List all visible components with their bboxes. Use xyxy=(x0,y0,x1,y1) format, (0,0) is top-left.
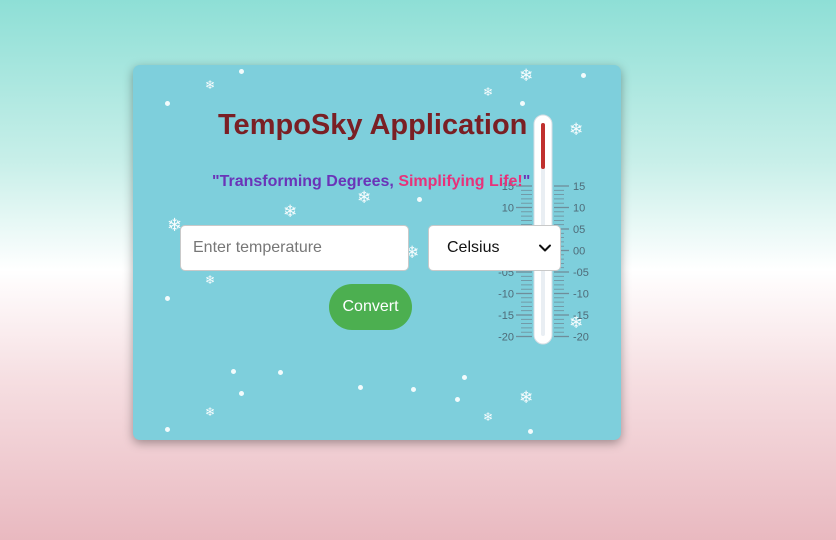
thermometer-left-label: 10 xyxy=(502,203,514,215)
tagline-part2: Simplifying Life! xyxy=(398,173,523,190)
snow-dot xyxy=(581,73,586,78)
snow-dot xyxy=(165,427,170,432)
unit-select-value: Celsius xyxy=(447,239,500,256)
snowflake-icon: ❄ xyxy=(205,78,216,92)
thermometer-right-label: -20 xyxy=(573,332,589,344)
snowflake-icon: ❄ xyxy=(519,388,534,407)
tagline-close-quote: " xyxy=(522,173,531,190)
snowflake-icon: ❄ xyxy=(283,202,298,221)
chevron-down-icon xyxy=(538,241,552,255)
snow-dot xyxy=(417,197,422,202)
converter-card: ❄ ❄ ❄ ❄ ❄ ❄ ❄ ❄ ❄ ❄ ❄ ❄ ❄ 15100500-05-10… xyxy=(133,65,621,440)
thermometer-left-label: -20 xyxy=(498,332,514,344)
app-tagline: "Transforming Degrees, Simplifying Life!… xyxy=(212,173,530,191)
thermometer-right-label: -15 xyxy=(573,310,589,322)
thermometer-mercury xyxy=(541,123,545,169)
thermometer-left-label: -10 xyxy=(498,289,514,301)
thermometer-right-label: 00 xyxy=(573,246,585,258)
tagline-part1: Transforming Degrees, xyxy=(219,173,399,190)
temperature-input[interactable] xyxy=(180,225,409,271)
snow-dot xyxy=(231,369,236,374)
snow-dot xyxy=(358,385,363,390)
thermometer-right-label: 10 xyxy=(573,203,585,215)
thermometer-right-label: -10 xyxy=(573,289,589,301)
snow-dot xyxy=(165,296,170,301)
snow-dot xyxy=(528,429,533,434)
tagline-open-quote: " xyxy=(212,173,220,190)
thermometer-right-label: 05 xyxy=(573,224,585,236)
thermometer-left-label: -15 xyxy=(498,310,514,322)
snowflake-icon: ❄ xyxy=(357,188,372,207)
thermometer-right-labels: 15 10 05 00 -05 -10 -15 -20 xyxy=(573,181,589,344)
unit-select[interactable]: Celsius xyxy=(428,225,561,271)
snow-dot xyxy=(239,391,244,396)
snow-dot xyxy=(411,387,416,392)
snow-dot xyxy=(455,397,460,402)
app-title: TempoSky Application xyxy=(218,109,528,141)
snowflake-icon: ❄ xyxy=(519,66,534,85)
snow-dot xyxy=(239,69,244,74)
snow-dot xyxy=(520,101,525,106)
snowflake-icon: ❄ xyxy=(205,273,216,287)
snow-dot xyxy=(278,370,283,375)
snowflake-icon: ❄ xyxy=(483,85,494,99)
snowflake-icon: ❄ xyxy=(483,410,494,424)
snowflake-icon: ❄ xyxy=(205,405,216,419)
snow-dot xyxy=(462,375,467,380)
thermometer-right-label: 15 xyxy=(573,181,585,193)
convert-button[interactable]: Convert xyxy=(329,284,412,330)
thermometer-right-label: -05 xyxy=(573,267,589,279)
snow-dot xyxy=(165,101,170,106)
